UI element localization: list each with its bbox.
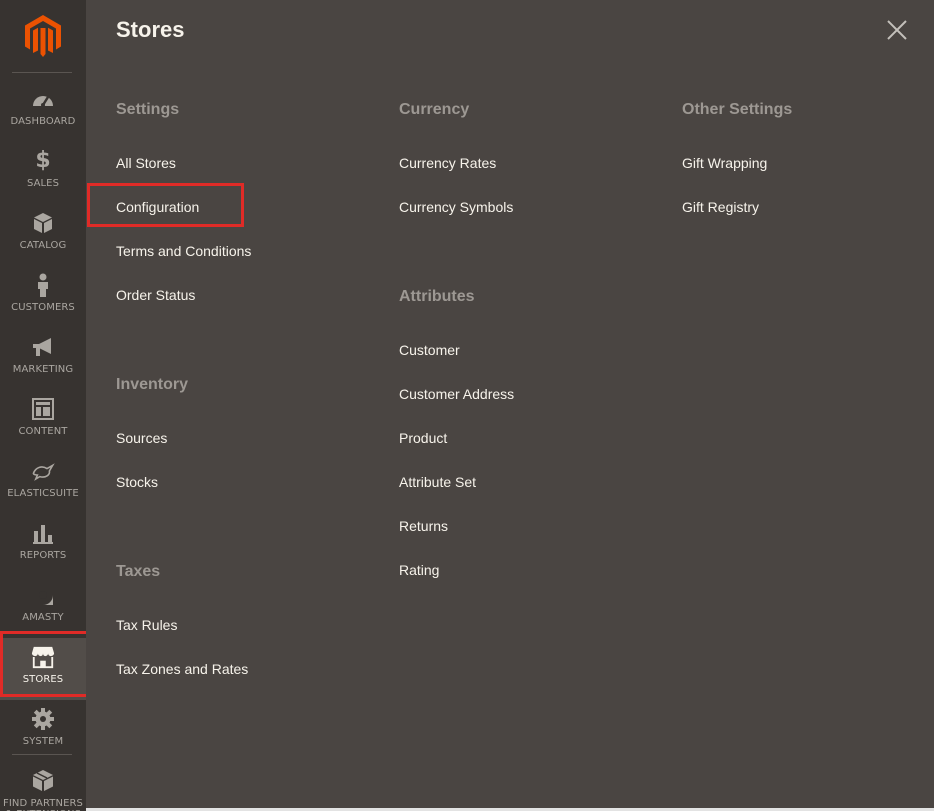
menu-link-customer[interactable]: Customer xyxy=(399,342,460,358)
menu-link-rating[interactable]: Rating xyxy=(399,562,439,578)
section-title-attributes: Attributes xyxy=(399,288,475,305)
menu-link-sources[interactable]: Sources xyxy=(116,430,167,446)
menu-link-gift-registry[interactable]: Gift Registry xyxy=(682,199,759,215)
nav-item-label: SYSTEM xyxy=(22,736,64,747)
admin-sidebar: DASHBOARD $ SALES CATALOG CUSTOMERS MARK… xyxy=(0,0,86,811)
nav-item-reports[interactable]: REPORTS xyxy=(0,514,86,576)
menu-link-returns[interactable]: Returns xyxy=(399,518,448,534)
nav-item-label: DASHBOARD xyxy=(10,116,76,127)
menu-link-all-stores[interactable]: All Stores xyxy=(116,155,176,171)
nav-item-label: SALES xyxy=(26,178,60,189)
section-title-settings: Settings xyxy=(116,101,180,118)
nav-item-customers[interactable]: CUSTOMERS xyxy=(0,266,86,328)
nav-item-label: ELASTICSUITE xyxy=(7,488,79,499)
nav-item-content[interactable]: CONTENT xyxy=(0,390,86,452)
nav-item-label: FIND PARTNERS & EXTENSIONS xyxy=(2,798,84,811)
menu-link-configuration[interactable]: Configuration xyxy=(116,199,199,215)
nav-item-sales[interactable]: $ SALES xyxy=(0,142,86,204)
bar-chart-icon xyxy=(31,521,55,545)
menu-link-order-status[interactable]: Order Status xyxy=(116,287,195,303)
nav-item-stores[interactable]: STORES xyxy=(0,638,86,700)
nav-item-label: REPORTS xyxy=(19,550,67,561)
panel-title: Stores xyxy=(116,17,185,42)
section-title-inventory: Inventory xyxy=(116,376,189,393)
section-title-currency: Currency xyxy=(399,101,470,118)
menu-link-terms-and-conditions[interactable]: Terms and Conditions xyxy=(116,243,251,259)
magento-logo-icon[interactable] xyxy=(0,0,86,72)
menu-link-currency-rates[interactable]: Currency Rates xyxy=(399,155,496,171)
section-title-taxes: Taxes xyxy=(116,563,161,580)
close-icon[interactable] xyxy=(886,19,908,41)
nav-item-label: MARKETING xyxy=(12,364,74,375)
nav-item-label: CONTENT xyxy=(18,426,68,437)
nav-item-label: CUSTOMERS xyxy=(11,302,75,313)
menu-link-stocks[interactable]: Stocks xyxy=(116,474,158,490)
nav-item-label: CATALOG xyxy=(19,240,67,251)
nav-item-label: STORES xyxy=(22,674,64,685)
menu-link-customer-address[interactable]: Customer Address xyxy=(399,386,514,402)
boxes-icon xyxy=(31,769,55,793)
store-icon xyxy=(31,645,55,669)
menu-link-currency-symbols[interactable]: Currency Symbols xyxy=(399,199,513,215)
nav-item-find-partners[interactable]: FIND PARTNERS & EXTENSIONS xyxy=(0,762,86,811)
menu-link-product[interactable]: Product xyxy=(399,430,447,446)
cube-icon xyxy=(31,211,55,235)
nav-item-system[interactable]: SYSTEM xyxy=(0,700,86,762)
nav-item-marketing[interactable]: MARKETING xyxy=(0,328,86,390)
nav-item-dashboard[interactable]: DASHBOARD xyxy=(0,80,86,142)
section-title-other-settings: Other Settings xyxy=(682,101,793,118)
menu-link-gift-wrapping[interactable]: Gift Wrapping xyxy=(682,155,767,171)
layout-icon xyxy=(31,397,55,421)
sidebar-divider xyxy=(12,754,72,755)
menu-link-attribute-set[interactable]: Attribute Set xyxy=(399,474,476,490)
nav-item-amasty[interactable]: AMASTY xyxy=(0,576,86,638)
dashboard-icon xyxy=(31,87,55,111)
stores-menu-panel: Stores Settings All Stores Configuration… xyxy=(86,0,934,808)
person-icon xyxy=(31,273,55,297)
dollar-icon: $ xyxy=(35,148,51,173)
menu-link-tax-rules[interactable]: Tax Rules xyxy=(116,617,177,633)
menu-link-tax-zones-and-rates[interactable]: Tax Zones and Rates xyxy=(116,661,248,677)
elasticsuite-icon xyxy=(31,459,55,483)
megaphone-icon xyxy=(31,335,55,359)
nav-item-label: AMASTY xyxy=(22,612,64,623)
sidebar-divider xyxy=(12,72,72,73)
amasty-icon xyxy=(31,583,55,607)
nav-item-elasticsuite[interactable]: ELASTICSUITE xyxy=(0,452,86,514)
gear-icon xyxy=(31,707,55,731)
nav-item-catalog[interactable]: CATALOG xyxy=(0,204,86,266)
